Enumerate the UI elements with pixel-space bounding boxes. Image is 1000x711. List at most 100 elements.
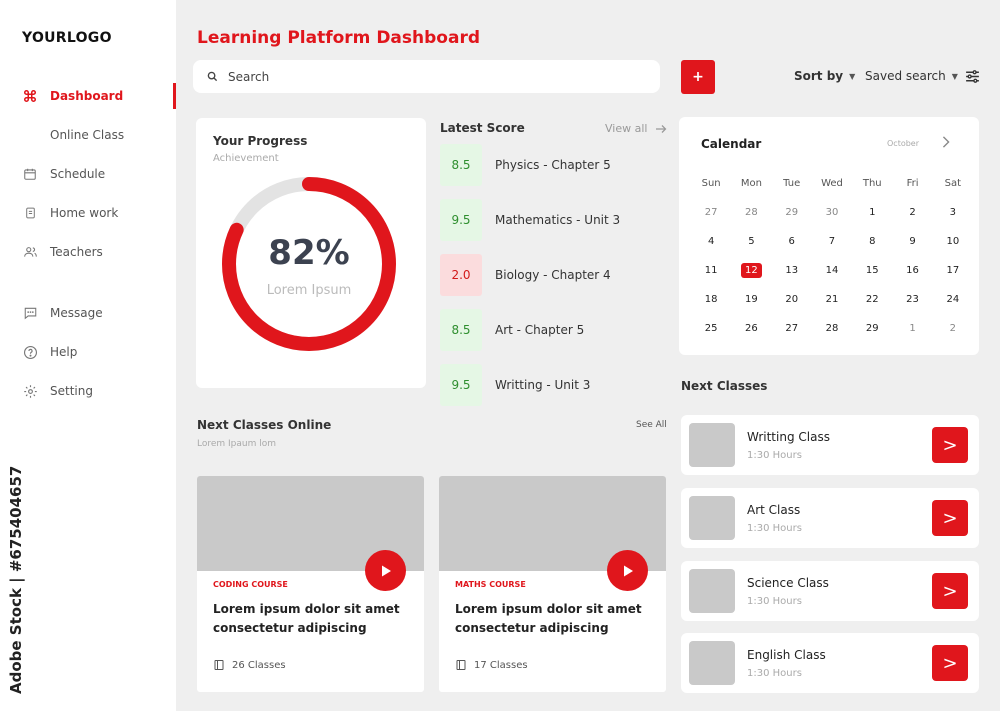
calendar-week: 27 28 29 30 1 2 3 — [691, 198, 973, 227]
arrow-right-icon — [656, 124, 667, 133]
add-button[interactable]: + — [681, 60, 715, 94]
sidebar-item-dashboard[interactable]: Dashboard — [0, 83, 176, 109]
course-heading: Lorem ipsum dolor sit amet consectetur a… — [455, 602, 642, 635]
calendar-day[interactable]: 25 — [691, 323, 731, 334]
calendar-day[interactable]: 2 — [933, 323, 973, 334]
calendar-day[interactable]: 14 — [812, 265, 852, 276]
calendar-week: 18 19 20 21 22 23 24 — [691, 285, 973, 314]
open-class-button[interactable]: > — [932, 500, 968, 536]
progress-caption: Lorem Ipsum — [266, 283, 352, 298]
course-card[interactable]: MATHS COURSE Lorem ipsum dolor sit amet … — [439, 476, 666, 692]
calendar-week: 11 12 13 14 15 16 17 — [691, 256, 973, 285]
calendar-day[interactable]: 10 — [933, 236, 973, 247]
sort-by-dropdown[interactable]: Sort by ▼ — [794, 69, 855, 83]
calendar-day[interactable]: 7 — [812, 236, 852, 247]
search-input[interactable] — [228, 69, 628, 84]
calendar-day-number: 28 — [745, 207, 758, 218]
filter-sliders-icon[interactable] — [964, 68, 981, 89]
sidebar-item-teachers[interactable]: Teachers — [0, 239, 176, 265]
play-icon — [623, 565, 633, 576]
calendar-day-number: 3 — [949, 207, 957, 218]
sidebar-item-message[interactable]: Message — [0, 300, 176, 326]
calendar-day[interactable]: 16 — [892, 265, 932, 276]
calendar-day[interactable]: 20 — [772, 294, 812, 305]
search-bar[interactable] — [193, 60, 660, 93]
view-all-link[interactable]: View all — [605, 122, 667, 135]
calendar-icon — [22, 166, 38, 182]
calendar-day[interactable]: 27 — [691, 207, 731, 218]
sidebar-item-label: Dashboard — [50, 89, 124, 103]
book-icon — [456, 660, 466, 670]
calendar-weekday: Fri — [906, 178, 919, 189]
calendar-day-number: 20 — [785, 294, 799, 305]
calendar-week: 4 5 6 7 8 9 10 — [691, 227, 973, 256]
saved-search-dropdown[interactable]: Saved search ▼ — [865, 69, 958, 83]
sidebar-item-home-work[interactable]: Home work — [0, 200, 176, 226]
calendar-day-number: 11 — [704, 265, 718, 276]
chevron-right-icon[interactable] — [941, 136, 951, 152]
see-all-link[interactable]: See All — [636, 420, 667, 430]
open-class-button[interactable]: > — [932, 427, 968, 463]
calendar-day[interactable]: 12 — [731, 263, 771, 278]
calendar-day[interactable]: 17 — [933, 265, 973, 276]
course-category: MATHS COURSE — [455, 580, 526, 589]
play-button[interactable] — [365, 550, 406, 591]
score-row[interactable]: 8.5 Art - Chapter 5 — [440, 309, 584, 351]
calendar-day[interactable]: 18 — [691, 294, 731, 305]
calendar-day[interactable]: 3 — [933, 207, 973, 218]
sidebar-item-online-class[interactable]: Online Class — [0, 122, 176, 148]
calendar-day-number: 2 — [909, 207, 916, 218]
calendar-day[interactable]: 23 — [892, 294, 932, 305]
course-card[interactable]: CODING COURSE Lorem ipsum dolor sit amet… — [197, 476, 424, 692]
calendar-day[interactable]: 9 — [892, 236, 932, 247]
calendar-day[interactable]: 13 — [772, 265, 812, 276]
sidebar-item-schedule[interactable]: Schedule — [0, 161, 176, 187]
gear-icon — [22, 383, 38, 399]
score-row[interactable]: 8.5 Physics - Chapter 5 — [440, 144, 611, 186]
calendar-day[interactable]: 29 — [772, 207, 812, 218]
score-row[interactable]: 9.5 Writting - Unit 3 — [440, 364, 590, 406]
calendar-day[interactable]: 1 — [852, 207, 892, 218]
score-row[interactable]: 2.0 Biology - Chapter 4 — [440, 254, 611, 296]
saved-search-label: Saved search — [865, 69, 946, 83]
calendar-day[interactable]: 22 — [852, 294, 892, 305]
calendar-day-number: 21 — [825, 294, 839, 305]
class-item[interactable]: Science Class 1:30 Hours > — [681, 561, 979, 621]
calendar-day[interactable]: 2 — [892, 207, 932, 218]
open-class-button[interactable]: > — [932, 645, 968, 681]
calendar-day[interactable]: 27 — [772, 323, 812, 334]
calendar-day[interactable]: 29 — [852, 323, 892, 334]
progress-subtitle: Achievement — [213, 153, 279, 164]
sidebar-item-label: Setting — [50, 384, 93, 398]
calendar-day[interactable]: 15 — [852, 265, 892, 276]
calendar-day[interactable]: 26 — [731, 323, 771, 334]
open-class-button[interactable]: > — [932, 573, 968, 609]
calendar-day[interactable]: 11 — [691, 265, 731, 276]
score-value: 9.5 — [440, 199, 482, 241]
play-button[interactable] — [607, 550, 648, 591]
class-item[interactable]: English Class 1:30 Hours > — [681, 633, 979, 693]
calendar-day[interactable]: 21 — [812, 294, 852, 305]
score-row[interactable]: 9.5 Mathematics - Unit 3 — [440, 199, 620, 241]
calendar-day[interactable]: 30 — [812, 207, 852, 218]
calendar-day[interactable]: 8 — [852, 236, 892, 247]
calendar-day[interactable]: 19 — [731, 294, 771, 305]
calendar-day[interactable]: 6 — [772, 236, 812, 247]
class-name: Science Class — [747, 576, 829, 590]
calendar-day-number: 2 — [949, 323, 957, 334]
score-value: 8.5 — [440, 309, 482, 351]
calendar-day[interactable]: 5 — [731, 236, 771, 247]
class-item[interactable]: Writting Class 1:30 Hours > — [681, 415, 979, 475]
calendar-day[interactable]: 1 — [892, 323, 932, 334]
calendar-day[interactable]: 24 — [933, 294, 973, 305]
class-item[interactable]: Art Class 1:30 Hours > — [681, 488, 979, 548]
sidebar-item-label: Schedule — [50, 167, 106, 181]
calendar-day[interactable]: 28 — [812, 323, 852, 334]
page-title: Learning Platform Dashboard — [197, 28, 480, 48]
calendar-day[interactable]: 4 — [691, 236, 731, 247]
calendar-day-number: 30 — [825, 207, 839, 218]
calendar-day[interactable]: 28 — [731, 207, 771, 218]
course-meta: 17 Classes — [455, 659, 528, 671]
sidebar-item-setting[interactable]: Setting — [0, 378, 176, 404]
sidebar-item-help[interactable]: Help — [0, 339, 176, 365]
